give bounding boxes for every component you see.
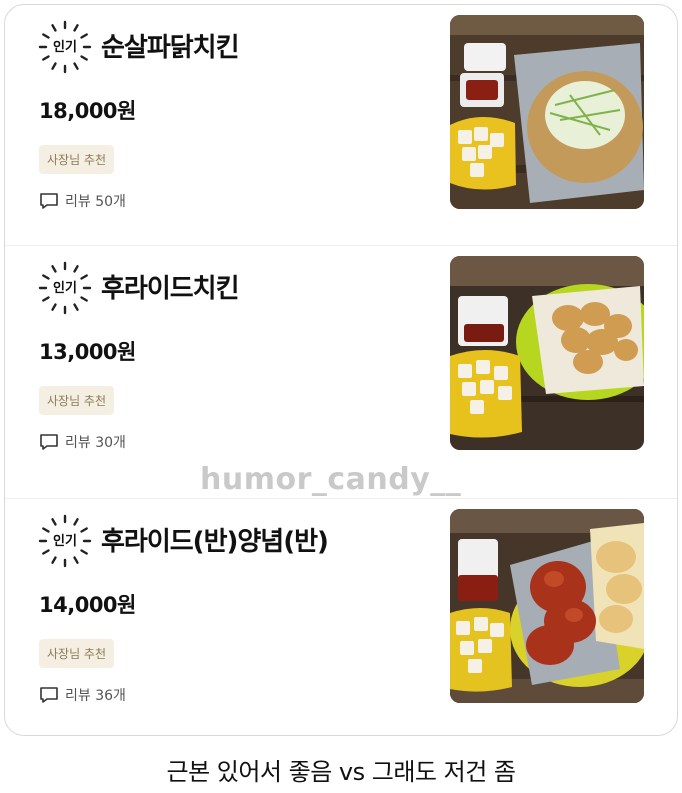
half-fried-half-seasoned-chicken-photo[interactable] [450, 509, 644, 703]
menu-item-price: 13,000원 [39, 340, 136, 364]
popular-badge: 인기 [35, 17, 95, 77]
owner-recommend-tag: 사장님 추천 [39, 639, 115, 668]
badge-label: 인기 [53, 281, 77, 296]
fried-chicken-photo[interactable] [450, 256, 644, 450]
popular-badge: 인기 [35, 511, 95, 571]
review-count: 리뷰 50개 [39, 191, 126, 211]
menu-item[interactable]: 인기 후라이드치킨 13,000원 사장님 추천 리뷰 30개 [5, 245, 677, 486]
caption-text: 근본 있어서 좋음 vs 그래도 저건 좀 [166, 758, 516, 786]
review-count: 리뷰 36개 [39, 685, 126, 705]
speech-bubble-icon [40, 434, 58, 450]
menu-item-name: 후라이드치킨 [101, 274, 240, 304]
menu-item-price: 18,000원 [39, 99, 136, 123]
review-count-label: 리뷰 36개 [65, 688, 126, 704]
review-count-label: 리뷰 50개 [65, 194, 126, 210]
owner-recommend-tag: 사장님 추천 [39, 386, 115, 415]
popular-badge: 인기 [35, 258, 95, 318]
watermark-text: humor_candy__ [200, 462, 462, 497]
menu-item-name: 후라이드(반)양념(반) [101, 527, 329, 557]
boneless-chicken-with-green-onion-photo[interactable] [450, 15, 644, 209]
menu-item-name: 순살파닭치킨 [101, 33, 240, 63]
badge-label: 인기 [53, 534, 77, 549]
menu-item[interactable]: 인기 후라이드(반)양념(반) 14,000원 사장님 추천 리뷰 36개 [5, 498, 677, 735]
speech-bubble-icon [40, 687, 58, 703]
speech-bubble-icon [40, 193, 58, 209]
menu-item[interactable]: 인기 순살파닭치킨 18,000원 사장님 추천 리뷰 50개 [5, 5, 677, 245]
owner-recommend-tag: 사장님 추천 [39, 145, 115, 174]
review-count-label: 리뷰 30개 [65, 435, 126, 451]
menu-item-price: 14,000원 [39, 593, 136, 617]
badge-label: 인기 [53, 40, 77, 55]
review-count: 리뷰 30개 [39, 432, 126, 452]
menu-list-card: 인기 순살파닭치킨 18,000원 사장님 추천 리뷰 50개 인기 후라이드치… [4, 4, 678, 736]
